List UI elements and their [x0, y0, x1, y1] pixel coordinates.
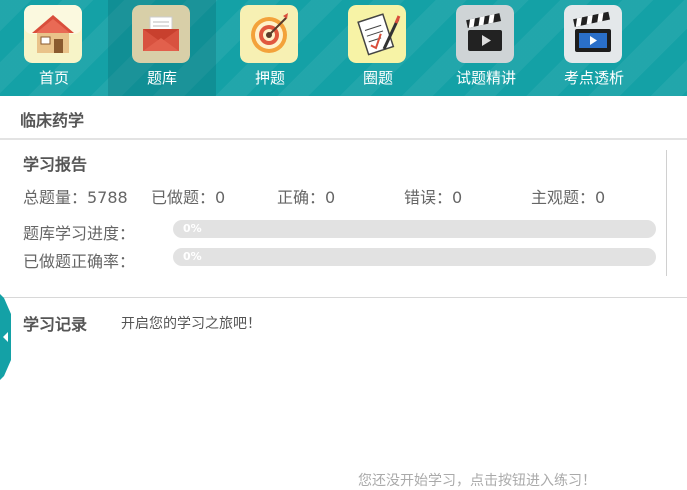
records-empty-text: 您还没开始学习，点击按钮进入练习！ — [358, 473, 596, 489]
nav-label: 圈题 — [362, 69, 393, 87]
stat-correct: 正确：0 — [277, 188, 336, 207]
home-icon — [24, 5, 82, 63]
accuracy-bar: 0% — [173, 248, 656, 266]
nav-label: 题库 — [146, 69, 177, 87]
stat-done: 已做题：0 — [151, 188, 226, 207]
subject-title: 临床药学 — [20, 111, 85, 130]
records-intro: 开启您的学习之旅吧！ — [121, 316, 261, 332]
nav-item-circled-questions[interactable]: 圈题 — [324, 0, 432, 96]
video-clapper-icon — [564, 5, 622, 63]
nav-item-question-lectures[interactable]: 试题精讲 — [432, 0, 540, 96]
accuracy-label: 已做题正确率： — [23, 252, 136, 271]
target-icon — [240, 5, 298, 63]
records-title: 学习记录 — [23, 315, 88, 334]
subject-bar: 临床药学 — [0, 96, 687, 140]
nav-item-question-bank[interactable]: 题库 — [108, 0, 216, 96]
report-title: 学习报告 — [23, 155, 88, 174]
nav-label: 押题 — [254, 69, 285, 87]
stat-wrong: 错误：0 — [404, 188, 463, 207]
nav-label: 考点透析 — [563, 69, 624, 87]
study-records: 学习记录 开启您的学习之旅吧！ 您还没开始学习，点击按钮进入练习！ — [0, 298, 687, 489]
accuracy-percent: 0% — [183, 250, 202, 263]
nav-label: 首页 — [38, 69, 69, 87]
progress-percent: 0% — [183, 222, 202, 235]
study-report: 学习报告 总题量：5788 已做题：0 正确：0 错误：0 主观题：0 题库学习… — [0, 140, 687, 298]
stat-subjective: 主观题：0 — [531, 188, 606, 207]
nav-item-predicted-questions[interactable]: 押题 — [216, 0, 324, 96]
side-collapse-tab[interactable] — [0, 294, 11, 380]
nav-item-key-point-analysis[interactable]: 考点透析 — [540, 0, 648, 96]
clapperboard-icon — [456, 5, 514, 63]
envelope-icon — [132, 5, 190, 63]
stat-total: 总题量：5788 — [23, 188, 128, 207]
nav-label: 试题精讲 — [455, 69, 516, 87]
nav-item-home[interactable]: 首页 — [0, 0, 108, 96]
notepad-pen-icon — [348, 5, 406, 63]
progress-label: 题库学习进度： — [23, 224, 136, 243]
progress-bar: 0% — [173, 220, 656, 238]
report-divider — [666, 150, 667, 276]
top-navigation: 首页 题库 押题 圈题 试题精讲 考点透析 — [0, 0, 687, 96]
